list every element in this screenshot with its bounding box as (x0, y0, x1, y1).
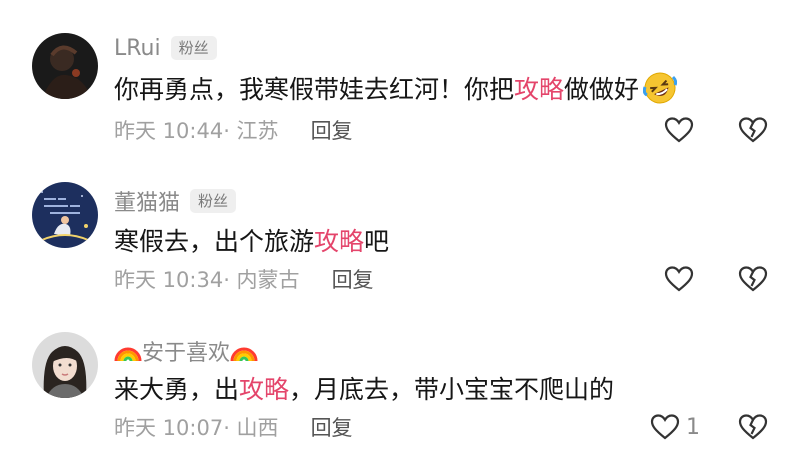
comment-text: 寒假去，出个旅游 攻略吧 (114, 222, 389, 258)
fan-badge: 粉丝 (170, 36, 217, 60)
heart-outline-icon (650, 414, 680, 440)
highlight-keyword[interactable]: 攻略 (514, 70, 564, 106)
rainbow-icon (114, 347, 142, 362)
like-button[interactable]: 1 (650, 410, 700, 444)
laughing-emoji-icon (643, 72, 678, 104)
comment-meta: 昨天 10:34 · 内蒙古 回复 (114, 264, 374, 294)
rainbow-icon (230, 347, 258, 362)
comment-text-part: 做做好 (564, 75, 640, 104)
highlight-keyword[interactable]: 攻略 (239, 370, 289, 406)
fan-badge: 粉丝 (190, 189, 237, 213)
like-button[interactable] (664, 113, 694, 147)
comment-text: 你再勇点，我寒假带娃去红河！你把 攻略 做做好 (114, 70, 678, 106)
broken-heart-icon (738, 266, 768, 292)
comment-time: 昨天 10:44 (114, 119, 224, 143)
avatar[interactable] (32, 33, 98, 99)
name-row: 董猫猫 粉丝 (114, 185, 237, 217)
comment-item: LRui 粉丝 你再勇点，我寒假带娃去红河！你把 攻略 做做好 昨天 10:44 ·… (0, 0, 800, 143)
dislike-button[interactable] (738, 113, 768, 147)
username[interactable]: 安于喜欢 (114, 335, 258, 367)
heart-outline-icon (664, 266, 694, 292)
reply-button[interactable]: 回复 (311, 412, 353, 442)
highlight-keyword[interactable]: 攻略 (314, 222, 364, 258)
broken-heart-icon (738, 117, 768, 143)
avatar[interactable] (32, 332, 98, 398)
username[interactable]: 董猫猫 (114, 185, 180, 217)
comment-text-part: 你再勇点，我寒假带娃去红河！你把 (114, 75, 515, 104)
comment-location: · 山西 (223, 416, 279, 440)
username-text: 安于喜欢 (142, 341, 231, 366)
comment-meta: 昨天 10:07 · 山西 回复 (114, 412, 353, 442)
comment-text-part: ，月底去，带小宝宝不爬山的 (289, 375, 615, 404)
comment-text-part: 寒假去，出个旅游 (114, 227, 315, 256)
dislike-button[interactable] (738, 262, 768, 296)
name-row: 安于喜欢 (114, 335, 258, 367)
comment-time: 昨天 10:07 (114, 416, 224, 440)
like-button[interactable] (664, 262, 694, 296)
avatar[interactable] (32, 182, 98, 248)
comment-location: · 内蒙古 (223, 268, 300, 292)
comment-item: 安于喜欢 来大勇，出 攻略 ，月底去，带小宝宝不爬山的 昨天 10:07 · 山西 … (0, 300, 800, 440)
broken-heart-icon (738, 414, 768, 440)
reply-button[interactable]: 回复 (311, 115, 353, 145)
like-count: 1 (686, 414, 700, 440)
comment-item: 董猫猫 粉丝 寒假去，出个旅游 攻略吧 昨天 10:34 · 内蒙古 回复 (0, 150, 800, 292)
comment-location: · 江苏 (223, 119, 279, 143)
comment-meta: 昨天 10:44 · 江苏 回复 (114, 115, 353, 145)
comment-text: 来大勇，出 攻略 ，月底去，带小宝宝不爬山的 (114, 370, 614, 406)
comment-text-part: 吧 (364, 227, 390, 256)
name-row: LRui 粉丝 (114, 32, 217, 64)
dislike-button[interactable] (738, 410, 768, 444)
reply-button[interactable]: 回复 (332, 264, 374, 294)
comment-text-part: 来大勇，出 (114, 375, 240, 404)
username[interactable]: LRui (114, 36, 161, 61)
heart-outline-icon (664, 117, 694, 143)
comment-time: 昨天 10:34 (114, 268, 224, 292)
